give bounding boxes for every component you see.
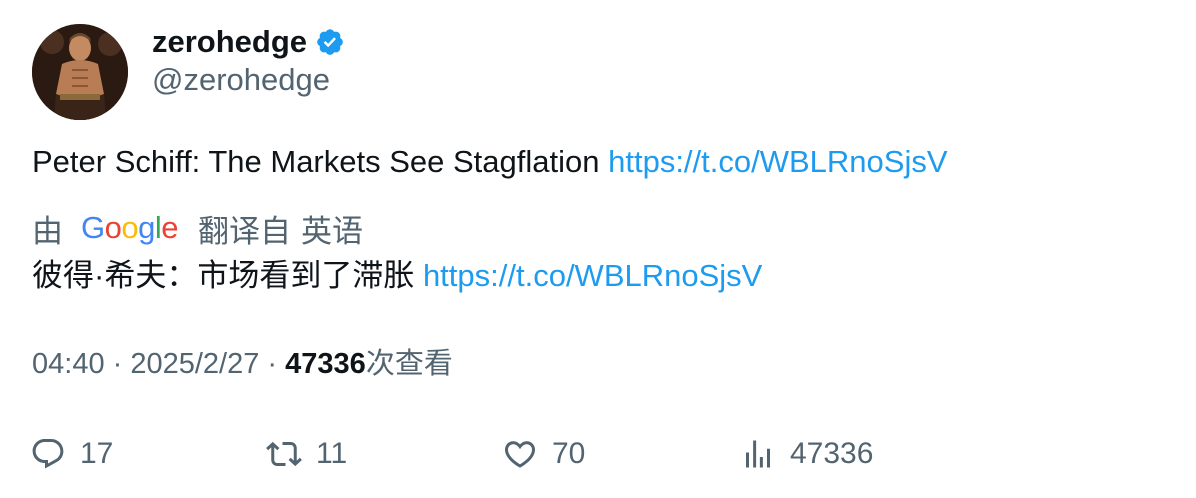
translation-attribution: 由 Google 翻译自 英语 bbox=[32, 206, 363, 251]
source-language[interactable]: 英语 bbox=[301, 206, 363, 251]
tweet-body: Peter Schiff: The Markets See Stagflatio… bbox=[32, 144, 609, 179]
views-label: 次查看 bbox=[365, 348, 453, 380]
reply-count: 17 bbox=[80, 437, 114, 470]
translated-link[interactable]: https://t.co/WBLRnoSjsV bbox=[423, 258, 762, 293]
translated-body: 彼得·希夫：市场看到了滞胀 bbox=[32, 258, 423, 293]
verified-badge-icon bbox=[315, 27, 345, 57]
action-bar: 17 11 70 47336 bbox=[0, 430, 1196, 478]
tweet-link[interactable]: https://t.co/WBLRnoSjsV bbox=[608, 144, 947, 179]
translate-by-label: 由 bbox=[32, 213, 63, 249]
views-count: 47336 bbox=[285, 348, 366, 380]
retweet-icon bbox=[266, 441, 302, 467]
display-name[interactable]: zerohedge bbox=[152, 24, 307, 60]
like-count: 70 bbox=[552, 437, 586, 470]
retweet-count: 11 bbox=[316, 437, 348, 470]
views-button[interactable]: 47336 bbox=[740, 430, 873, 478]
views-action-count: 47336 bbox=[790, 437, 874, 470]
meta-separator: · bbox=[259, 348, 286, 380]
meta-separator: · bbox=[104, 348, 131, 380]
tweet-date[interactable]: 2025/2/27 bbox=[130, 348, 259, 380]
user-handle[interactable]: @zerohedge bbox=[152, 62, 330, 98]
avatar[interactable] bbox=[32, 24, 128, 120]
heart-icon bbox=[504, 441, 536, 468]
retweet-button[interactable]: 11 bbox=[266, 430, 347, 478]
google-logo-icon: Google bbox=[81, 210, 179, 245]
analytics-icon bbox=[746, 440, 770, 468]
translated-text: 彼得·希夫：市场看到了滞胀 https://t.co/WBLRnoSjsV bbox=[32, 256, 762, 296]
reply-button[interactable]: 17 bbox=[30, 430, 113, 478]
tweet-text: Peter Schiff: The Markets See Stagflatio… bbox=[32, 142, 948, 182]
like-button[interactable]: 70 bbox=[502, 430, 585, 478]
avatar-image bbox=[32, 24, 128, 120]
tweet-meta: 04:40 · 2025/2/27 · 47336次查看 bbox=[32, 344, 453, 384]
translated-from-label[interactable]: 翻译自 bbox=[198, 206, 291, 251]
reply-icon bbox=[32, 439, 64, 469]
tweet-time[interactable]: 04:40 bbox=[32, 348, 105, 380]
